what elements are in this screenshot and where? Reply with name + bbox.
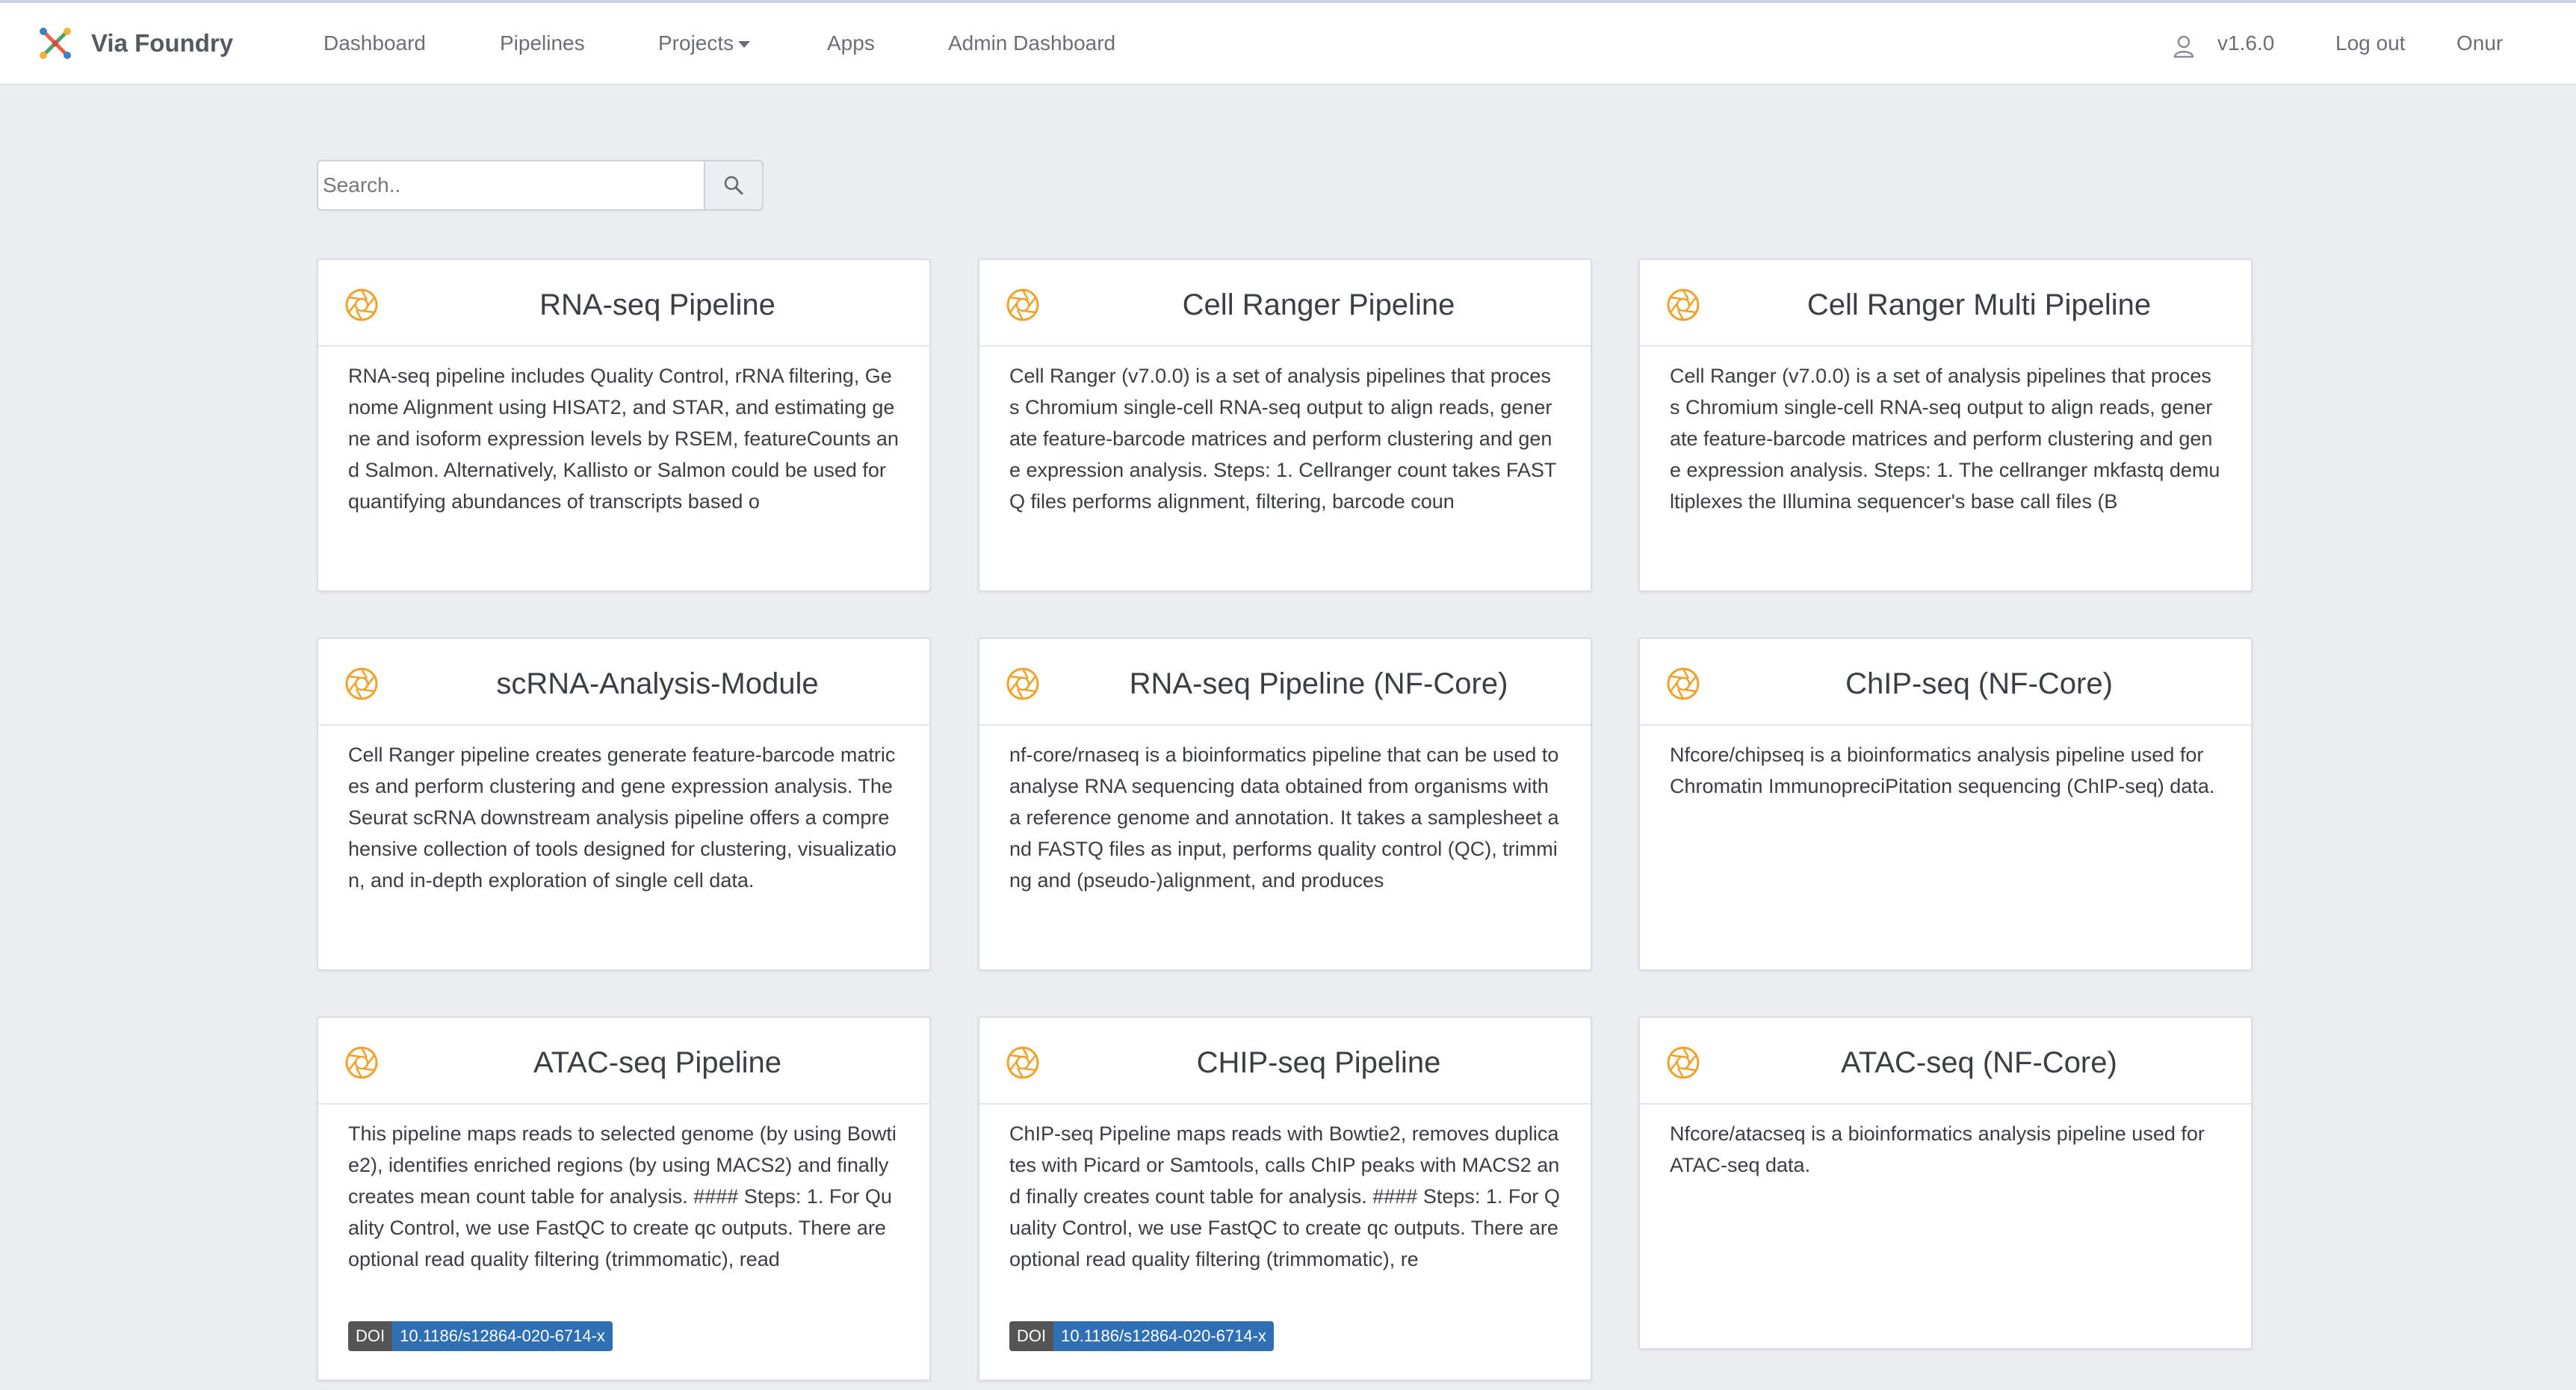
brand-name: Via Foundry [91,29,234,57]
aperture-icon [345,1046,378,1079]
card-header: RNA-seq Pipeline (NF-Core) [979,639,1591,726]
card-header: scRNA-Analysis-Module [318,639,929,726]
pipeline-card-5[interactable]: ChIP-seq (NF-Core) Nfcore/chipseq is a b… [1638,637,2253,971]
aperture-icon [1006,288,1039,321]
brand[interactable]: Via Foundry [37,25,233,61]
nav-link-projects[interactable]: Projects [658,31,751,55]
pipeline-card-8[interactable]: ATAC-seq (NF-Core) Nfcore/atacseq is a b… [1638,1016,2253,1350]
search-input[interactable] [317,160,705,211]
doi-badge[interactable]: DOI 10.1186/s12864-020-6714-x [348,1321,613,1351]
card-title[interactable]: scRNA-Analysis-Module [386,667,929,701]
search-icon [724,176,743,195]
via-foundry-logo-icon [40,28,71,59]
card-header: ATAC-seq Pipeline [318,1018,929,1105]
aperture-icon [1006,667,1039,700]
aperture-icon [345,667,378,700]
card-title[interactable]: RNA-seq Pipeline (NF-Core) [1047,667,1591,701]
card-header: ChIP-seq (NF-Core) [1640,639,2251,726]
aperture-icon [1006,1046,1039,1079]
pipeline-card-7[interactable]: CHIP-seq Pipeline ChIP-seq Pipeline maps… [978,1016,1592,1381]
card-header: Cell Ranger Pipeline [979,260,1591,347]
card-header: CHIP-seq Pipeline [979,1018,1591,1105]
pipeline-card-1[interactable]: Cell Ranger Pipeline Cell Ranger (v7.0.0… [978,259,1592,592]
aperture-icon [345,288,378,321]
nav-link-admin-dashboard[interactable]: Admin Dashboard [948,31,1115,55]
nav-link-pipelines[interactable]: Pipelines [500,31,585,55]
doi-value: 10.1186/s12864-020-6714-x [1053,1321,1274,1351]
aperture-icon [1667,1046,1700,1079]
card-description: nf-core/rnaseq is a bioinformatics pipel… [1009,744,1559,892]
card-description: Nfcore/chipseq is a bioinformatics analy… [1670,744,2215,797]
nav-link-dashboard[interactable]: Dashboard [323,31,426,55]
card-description: Cell Ranger (v7.0.0) is a set of analysi… [1009,365,1557,513]
nav-link-projects-label: Projects [658,31,734,55]
search-bar [317,160,764,211]
card-description: RNA-seq pipeline includes Quality Contro… [348,365,899,513]
card-title[interactable]: ATAC-seq (NF-Core) [1707,1046,2251,1080]
version-label: v1.6.0 [2217,31,2275,55]
doi-badge[interactable]: DOI 10.1186/s12864-020-6714-x [1009,1321,1274,1351]
card-title[interactable]: CHIP-seq Pipeline [1047,1046,1591,1080]
doi-value: 10.1186/s12864-020-6714-x [392,1321,613,1351]
card-title[interactable]: ChIP-seq (NF-Core) [1707,667,2251,701]
card-title[interactable]: Cell Ranger Multi Pipeline [1707,288,2251,322]
search-button[interactable] [704,160,764,211]
card-title[interactable]: ATAC-seq Pipeline [386,1046,929,1080]
nav-link-apps[interactable]: Apps [827,31,875,55]
top-navbar: Via Foundry Dashboard Pipelines Projects… [0,0,2576,85]
card-description: Cell Ranger (v7.0.0) is a set of analysi… [1670,365,2220,513]
pipeline-card-2[interactable]: Cell Ranger Multi Pipeline Cell Ranger (… [1638,259,2253,592]
doi-label: DOI [1009,1321,1054,1351]
doi-label: DOI [348,1321,393,1351]
chevron-down-icon [738,41,751,49]
card-header: Cell Ranger Multi Pipeline [1640,260,2251,347]
user-name-link[interactable]: Onur [2456,31,2503,55]
card-description: ChIP-seq Pipeline maps reads with Bowtie… [1009,1122,1560,1270]
aperture-icon [1667,288,1700,321]
card-description: This pipeline maps reads to selected gen… [348,1122,897,1270]
card-header: ATAC-seq (NF-Core) [1640,1018,2251,1105]
card-title[interactable]: RNA-seq Pipeline [386,288,929,322]
pipeline-card-3[interactable]: scRNA-Analysis-Module Cell Ranger pipeli… [317,637,931,971]
pipeline-card-4[interactable]: RNA-seq Pipeline (NF-Core) nf-core/rnase… [978,637,1592,971]
pipeline-card-0[interactable]: RNA-seq Pipeline RNA-seq pipeline includ… [317,259,931,592]
pipeline-card-6[interactable]: ATAC-seq Pipeline This pipeline maps rea… [317,1016,931,1381]
card-title[interactable]: Cell Ranger Pipeline [1047,288,1591,322]
card-description: Cell Ranger pipeline creates generate fe… [348,744,897,892]
user-icon [2173,35,2194,58]
aperture-icon [1667,667,1700,700]
card-header: RNA-seq Pipeline [318,260,929,347]
logout-link[interactable]: Log out [2335,31,2405,55]
card-description: Nfcore/atacseq is a bioinformatics analy… [1670,1122,2205,1176]
